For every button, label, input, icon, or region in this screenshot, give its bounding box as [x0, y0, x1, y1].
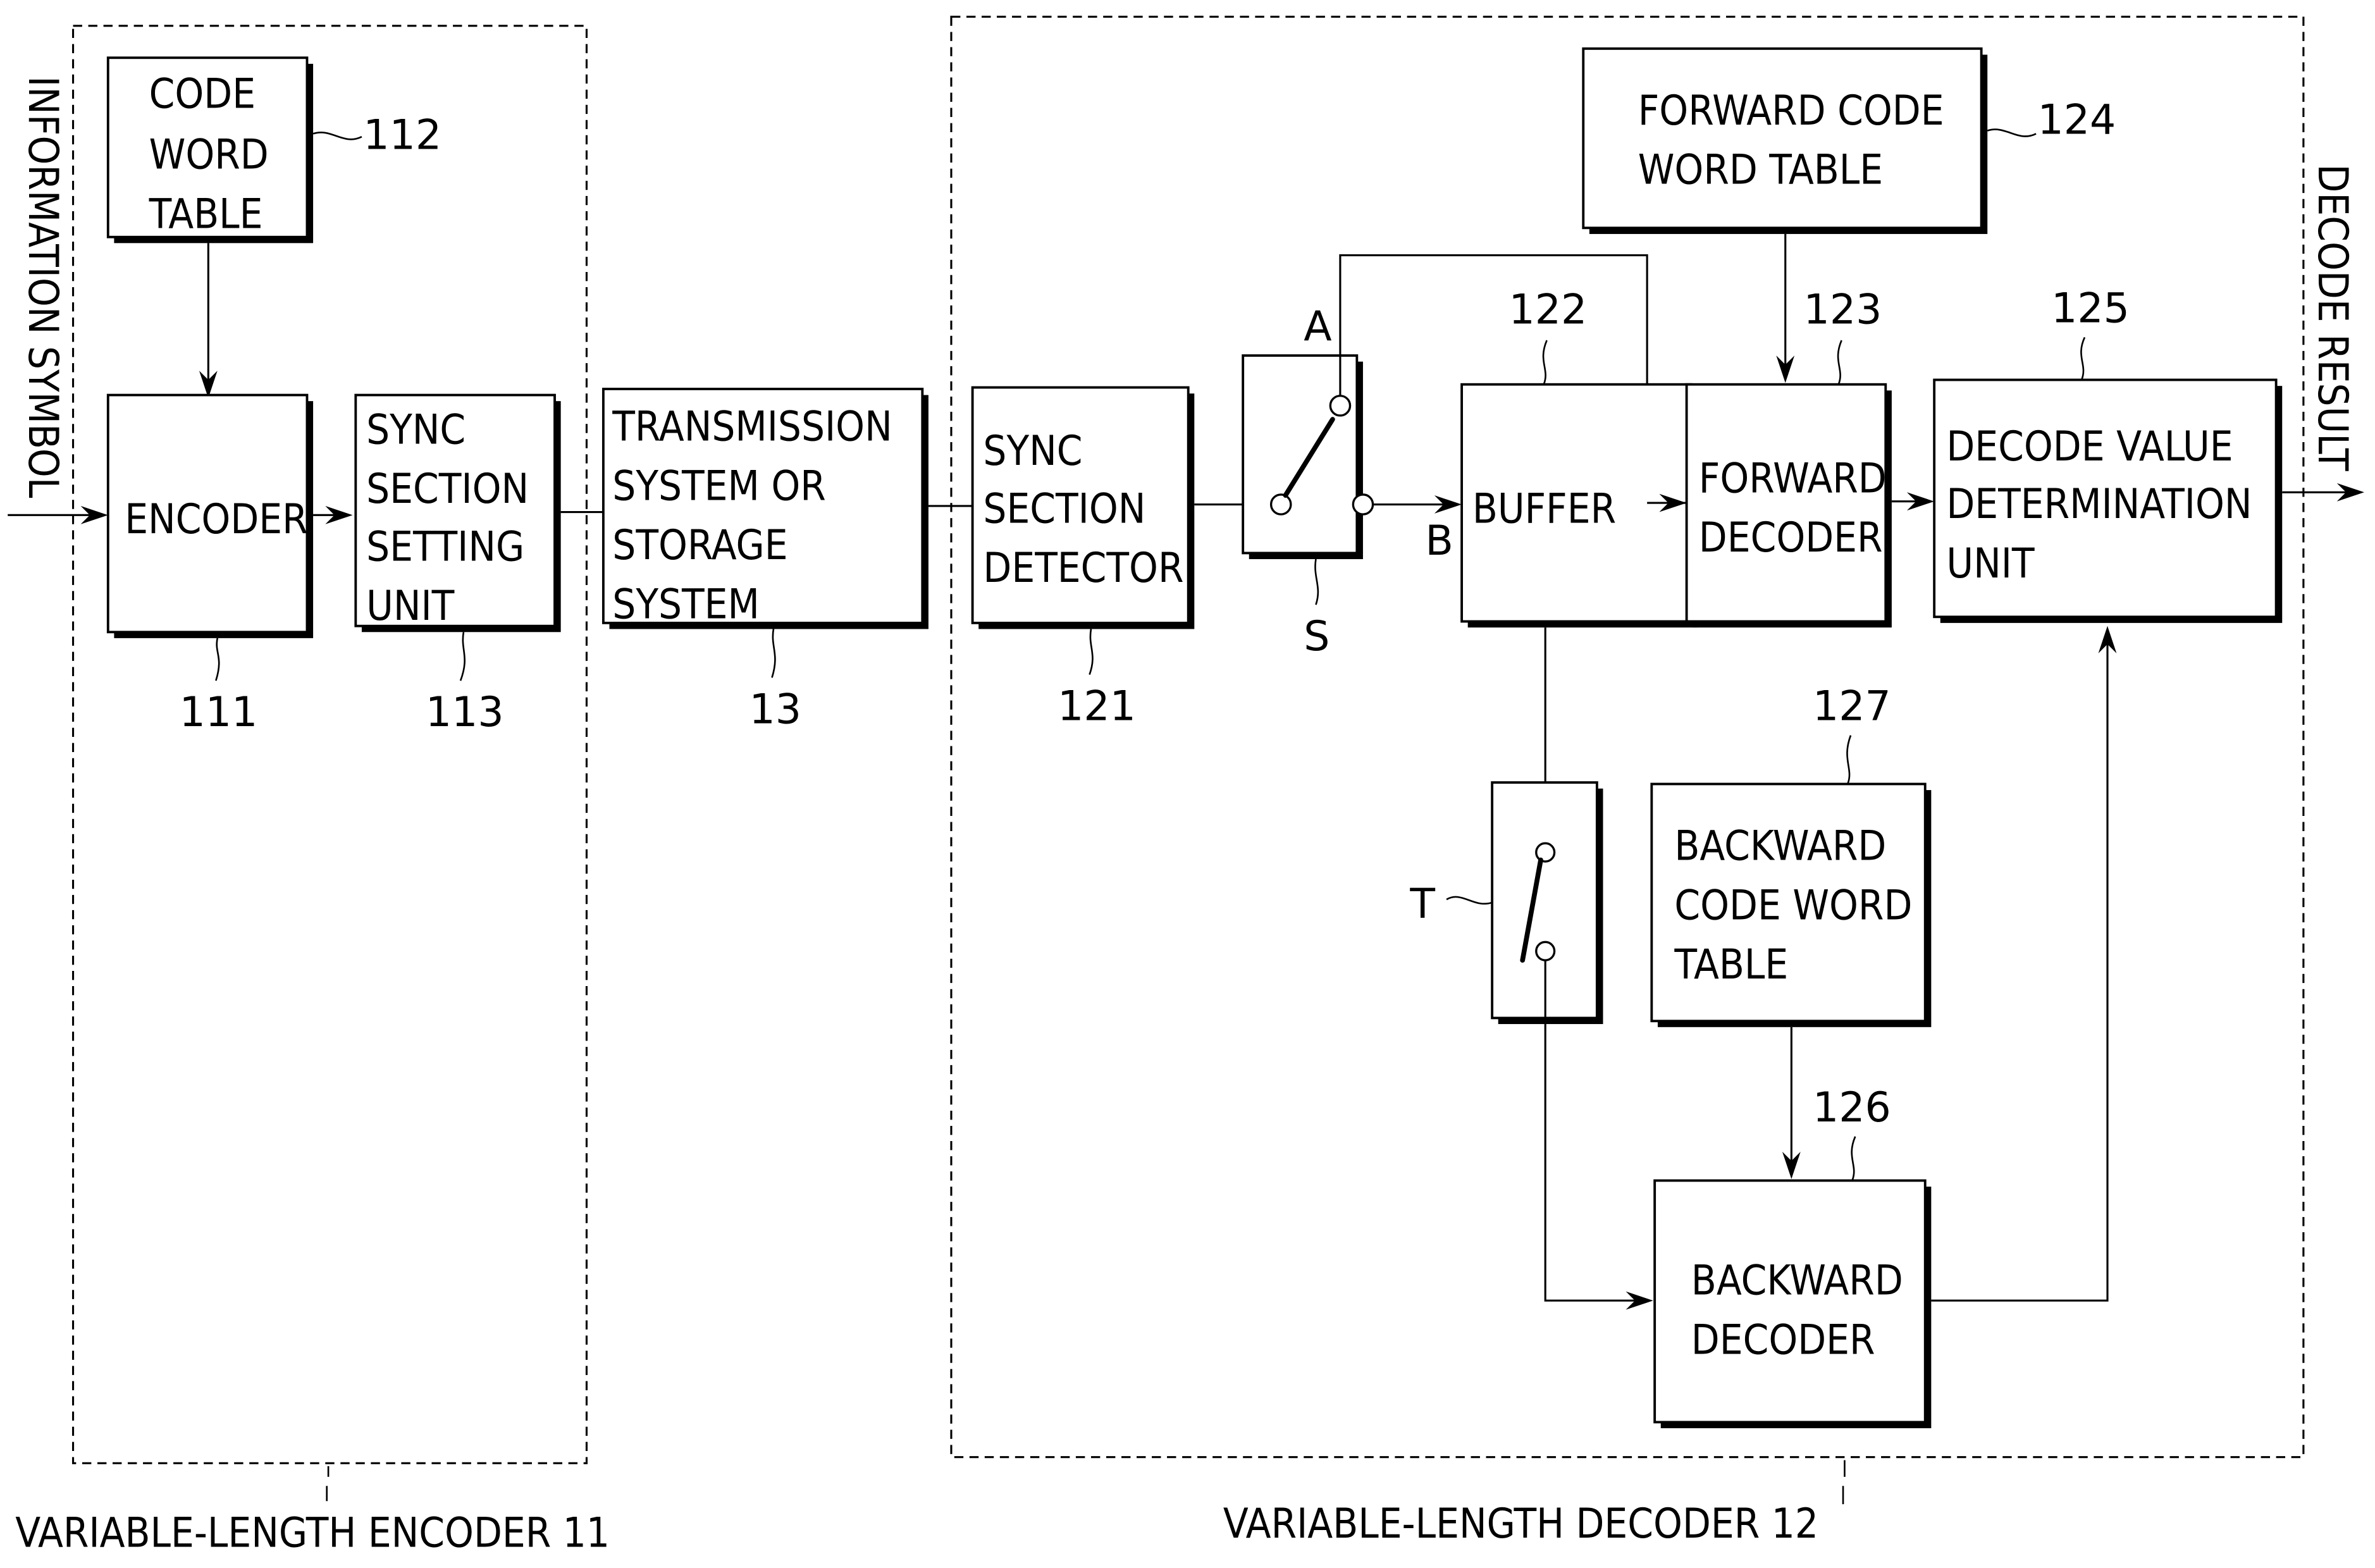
forward-decoder-block: FORWARD DECODER — [1685, 383, 1892, 628]
svg-text:BACKWARD: BACKWARD — [1691, 1257, 1903, 1305]
ref-13: 13 — [749, 686, 801, 733]
svg-text:SETTING: SETTING — [366, 523, 524, 571]
ref-s-leader — [1314, 559, 1319, 605]
backward-code-word-table-block: BACKWARD CODE WORD TABLE — [1650, 782, 1932, 1027]
svg-text:DECODER: DECODER — [1691, 1316, 1875, 1364]
encoder-group-label: VARIABLE-LENGTH ENCODER 11 — [15, 1509, 610, 1557]
ref-111-leader — [215, 638, 220, 681]
ref-126: 126 — [1813, 1084, 1891, 1132]
ref-125: 125 — [2051, 285, 2130, 332]
svg-text:SYSTEM: SYSTEM — [612, 581, 760, 629]
ref-112-leader — [312, 132, 362, 140]
ref-122: 122 — [1509, 287, 1588, 334]
svg-text:FORWARD: FORWARD — [1699, 455, 1887, 502]
path-backward-to-determination — [1931, 641, 2109, 1302]
svg-text:STORAGE: STORAGE — [612, 522, 787, 569]
svg-text:UNIT: UNIT — [366, 583, 455, 630]
ref-127-leader — [1846, 735, 1852, 784]
svg-text:SYSTEM OR: SYSTEM OR — [612, 462, 826, 510]
information-symbol-label: INFORMATION SYMBOL — [19, 76, 66, 498]
ref-124-leader — [1987, 128, 2037, 137]
svg-text:CODE: CODE — [149, 71, 256, 118]
svg-text:SECTION: SECTION — [366, 466, 529, 513]
switch-t-lower-terminal — [1535, 941, 1556, 961]
ref-127: 127 — [1813, 683, 1891, 731]
ref-s: S — [1304, 613, 1329, 660]
encoder-group-leader — [326, 1466, 330, 1502]
switch-t — [1491, 781, 1603, 1025]
svg-text:TRANSMISSION: TRANSMISSION — [612, 404, 892, 451]
svg-text:SYNC: SYNC — [366, 406, 466, 454]
ref-t: T — [1409, 880, 1435, 928]
svg-text:FORWARD CODE: FORWARD CODE — [1638, 87, 1944, 135]
ref-121: 121 — [1058, 683, 1136, 731]
svg-text:TABLE: TABLE — [149, 190, 263, 238]
ref-126-leader — [1851, 1136, 1856, 1181]
svg-text:SECTION: SECTION — [983, 485, 1145, 533]
buffer-block: BUFFER — [1460, 383, 1698, 628]
svg-text:SYNC: SYNC — [983, 428, 1082, 475]
code-word-table-block: CODE WORD TABLE — [106, 56, 314, 244]
ref-122-leader — [1542, 340, 1548, 385]
terminal-b-label: B — [1425, 517, 1453, 565]
svg-text:BUFFER: BUFFER — [1472, 485, 1616, 533]
block-diagram: VARIABLE-LENGTH ENCODER 11 VARIABLE-LENG… — [8, 15, 2364, 1557]
terminal-a-label: A — [1304, 303, 1331, 350]
switch-s — [1242, 354, 1374, 559]
sync-section-detector-block: SYNC SECTION DETECTOR — [971, 386, 1195, 629]
switch-s-terminal-a — [1329, 395, 1352, 417]
svg-text:DECODE VALUE: DECODE VALUE — [1946, 423, 2233, 471]
switch-s-common-terminal — [1269, 493, 1292, 515]
switch-s-terminal-b — [1352, 493, 1374, 515]
sync-section-setting-unit-block: SYNC SECTION SETTING UNIT — [354, 393, 561, 633]
ref-112: 112 — [363, 111, 441, 159]
decode-value-determination-block: DECODE VALUE DETERMINATION UNIT — [1933, 378, 2283, 623]
ref-125-leader — [2080, 336, 2086, 381]
ref-13-leader — [771, 629, 776, 678]
forward-code-word-table-block: FORWARD CODE WORD TABLE — [1582, 47, 1988, 234]
ref-113-leader — [459, 632, 466, 681]
svg-text:TABLE: TABLE — [1674, 941, 1788, 989]
svg-text:DETERMINATION: DETERMINATION — [1946, 481, 2252, 528]
svg-text:CODE WORD: CODE WORD — [1674, 882, 1912, 929]
transmission-storage-system-block: TRANSMISSION SYSTEM OR STORAGE SYSTEM — [601, 388, 928, 629]
decoder-group-label: VARIABLE-LENGTH DECODER 12 — [1223, 1500, 1818, 1548]
ref-111: 111 — [180, 689, 258, 736]
svg-text:DECODER: DECODER — [1699, 514, 1883, 562]
ref-t-leader — [1446, 896, 1493, 904]
svg-text:UNIT: UNIT — [1946, 540, 2035, 588]
decoder-group-leader — [1842, 1460, 1846, 1505]
svg-text:WORD TABLE: WORD TABLE — [1638, 147, 1883, 194]
ref-121-leader — [1089, 629, 1094, 675]
decode-result-label: DECODE RESULT — [2309, 164, 2356, 471]
svg-text:DETECTOR: DETECTOR — [983, 545, 1183, 592]
ref-123-leader — [1837, 340, 1842, 385]
ref-123: 123 — [1804, 287, 1882, 334]
ref-124: 124 — [2037, 96, 2116, 144]
svg-text:WORD: WORD — [149, 132, 269, 179]
encoder-block: ENCODER — [106, 393, 314, 638]
ref-113: 113 — [426, 689, 504, 736]
backward-decoder-block: BACKWARD DECODER — [1653, 1179, 1932, 1429]
svg-text:ENCODER: ENCODER — [125, 496, 307, 543]
svg-text:BACKWARD: BACKWARD — [1674, 823, 1886, 870]
